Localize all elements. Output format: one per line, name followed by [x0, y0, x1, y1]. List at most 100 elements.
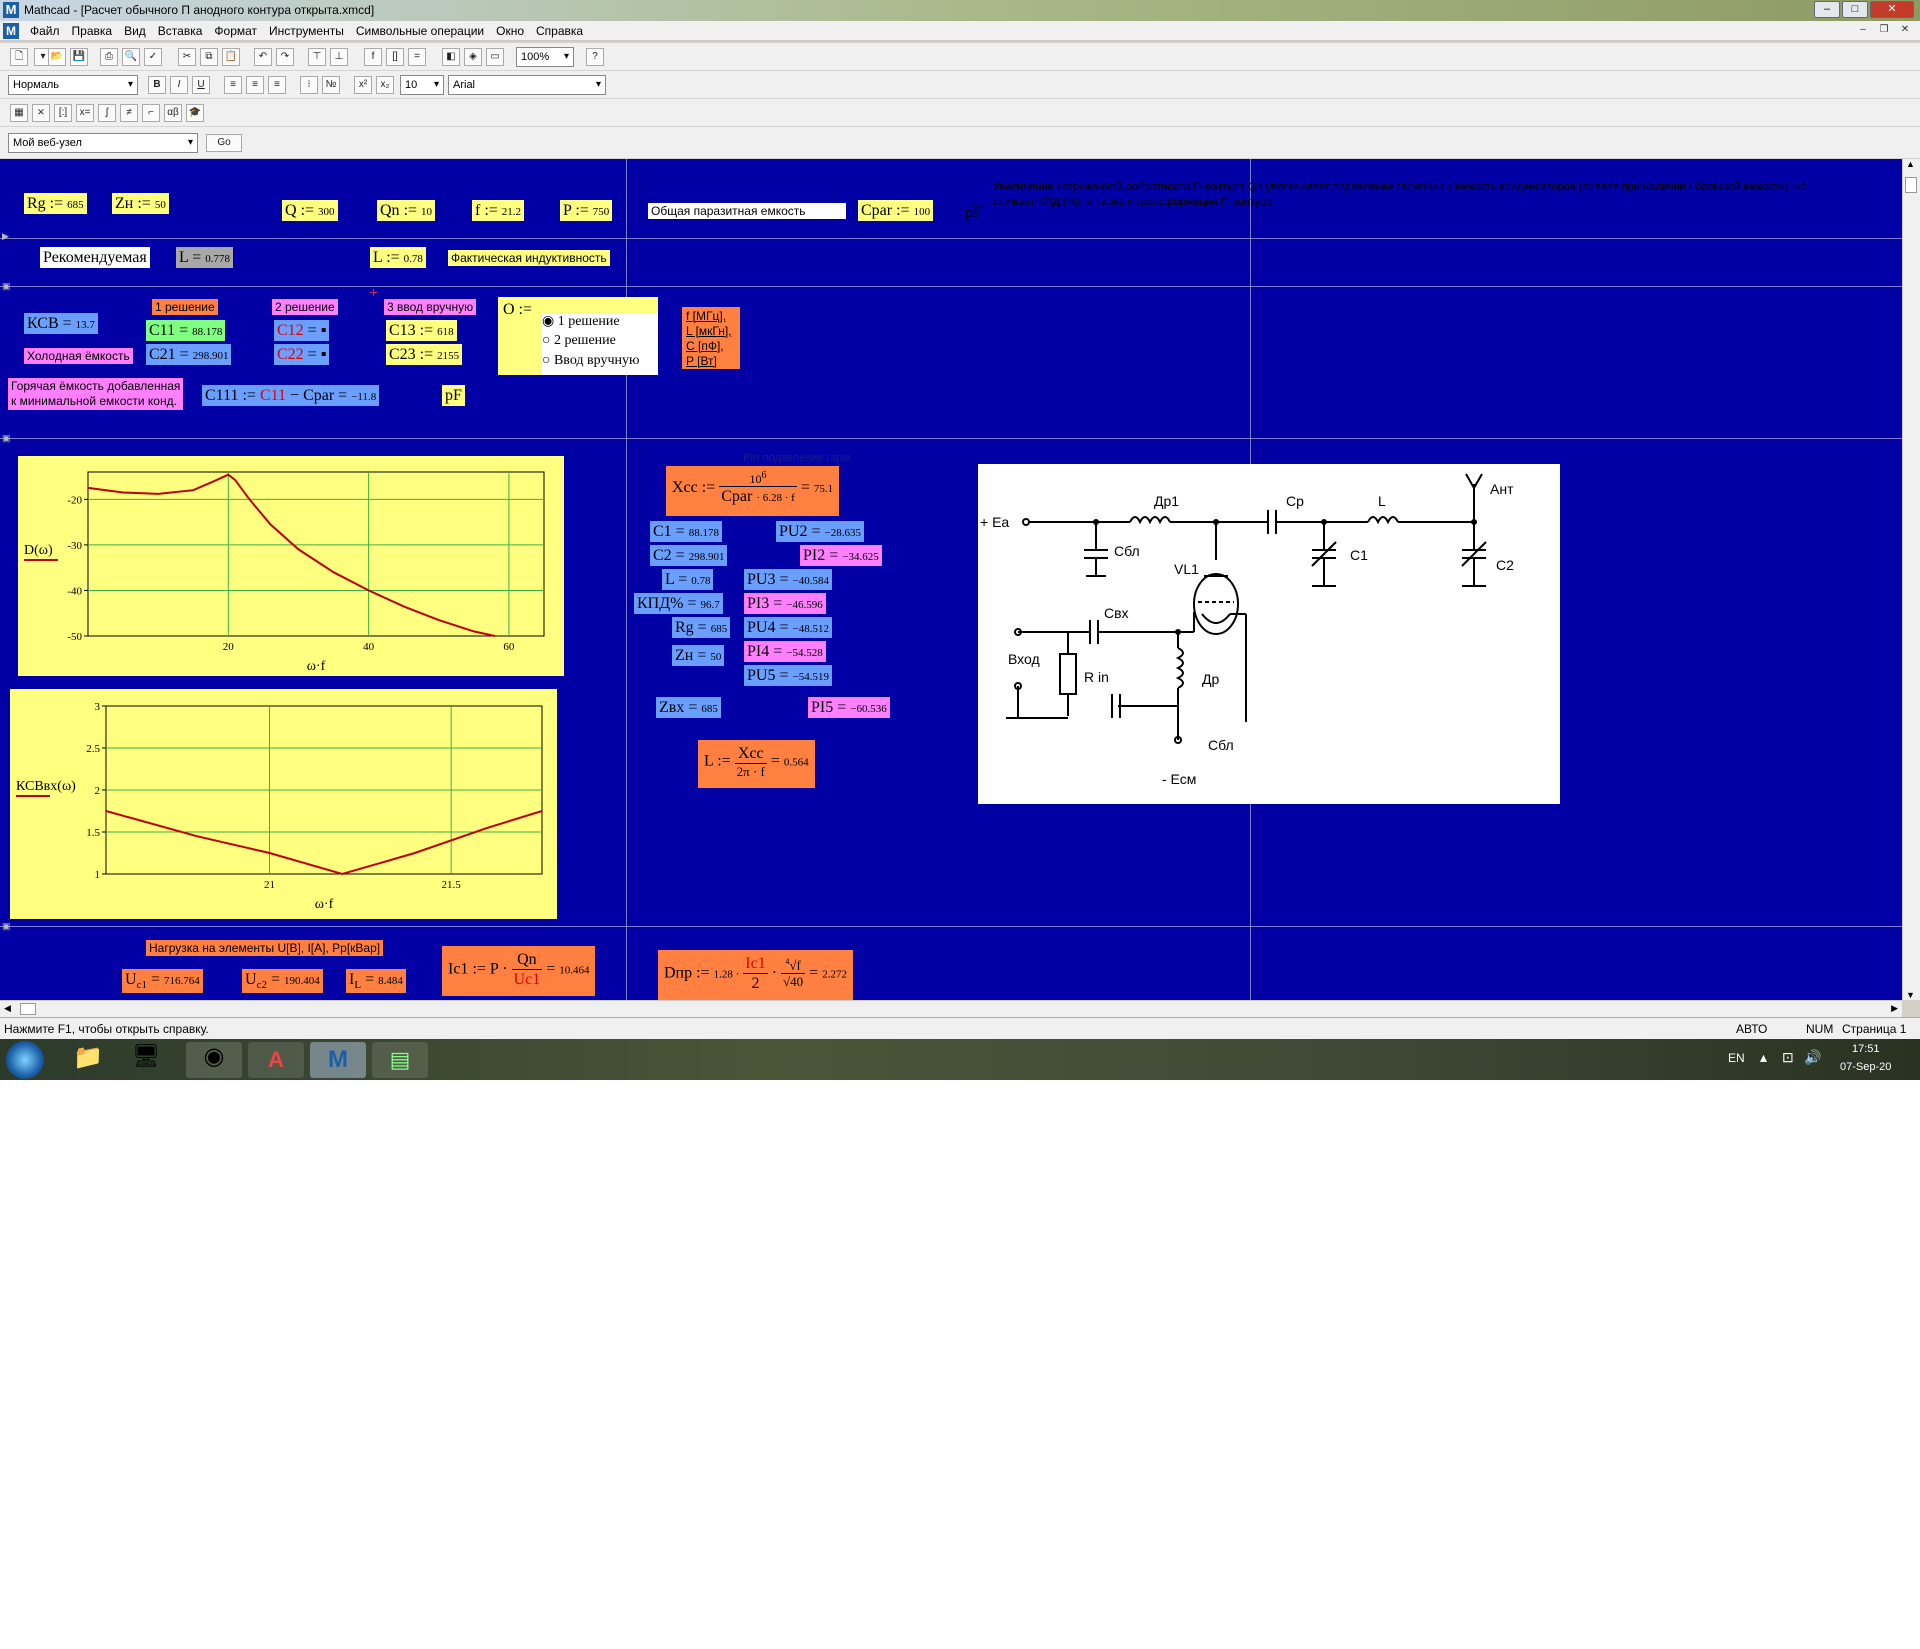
scroll-down-icon[interactable]: ▼ [1906, 990, 1915, 1000]
go-button[interactable]: Go [206, 134, 242, 152]
menu-edit[interactable]: Правка [72, 24, 113, 38]
worksheet[interactable]: ▶ ▣ ▣ ▣ Rg := 685 Zн := 50 Q := 300 Qn :… [0, 159, 1902, 1000]
font-size-select[interactable]: 10 [400, 75, 444, 95]
spellcheck-icon[interactable]: ✓ [144, 48, 162, 66]
radio-solution2[interactable]: ○ 2 решение [542, 333, 658, 353]
document-icon[interactable]: M [3, 23, 19, 39]
menu-symbolics[interactable]: Символьные операции [356, 24, 484, 38]
graph-icon[interactable]: ⨯ [32, 104, 50, 122]
menu-help[interactable]: Справка [536, 24, 583, 38]
c23-definition[interactable]: C23 := 2155 [386, 344, 463, 366]
font-select[interactable]: Arial [448, 75, 606, 95]
network-icon[interactable]: ⊡ [1782, 1049, 1794, 1066]
numbering-icon[interactable]: № [322, 76, 340, 94]
area-marker-icon[interactable]: ▣ [2, 433, 11, 444]
clock-date[interactable]: 07-Sep-20 [1840, 1061, 1891, 1073]
volume-icon[interactable]: 🔊 [1804, 1049, 1821, 1066]
clock-time[interactable]: 17:51 [1852, 1043, 1880, 1055]
pdf-reader-icon[interactable]: A [248, 1042, 304, 1078]
calculator-icon[interactable]: ▦ [10, 104, 28, 122]
menu-file[interactable]: Файл [30, 24, 60, 38]
underline-icon[interactable]: U [192, 76, 210, 94]
new-icon[interactable]: 🗋 [10, 48, 28, 66]
align-top-icon[interactable]: ⊤ [308, 48, 326, 66]
print-preview-icon[interactable]: 🔍 [122, 48, 140, 66]
evaluation-icon[interactable]: x= [76, 104, 94, 122]
bullets-icon[interactable]: ⁝ [300, 76, 318, 94]
scroll-right-icon[interactable]: ▶ [1891, 1003, 1898, 1014]
collapse-arrow-icon[interactable]: ▶ [2, 231, 9, 242]
f-definition[interactable]: f := 21.2 [472, 200, 525, 222]
scroll-thumb[interactable] [1905, 177, 1917, 193]
menu-format[interactable]: Формат [214, 24, 257, 38]
menu-insert[interactable]: Вставка [158, 24, 203, 38]
italic-icon[interactable]: I [170, 76, 188, 94]
explorer-icon[interactable]: 📁 [66, 1043, 110, 1077]
superscript-icon[interactable]: x² [354, 76, 372, 94]
web-node-select[interactable]: Мой веб-узел [8, 133, 198, 153]
print-icon[interactable]: ⎙ [100, 48, 118, 66]
subscript-icon[interactable]: x₂ [376, 76, 394, 94]
close-button[interactable]: ✕ [1870, 1, 1914, 18]
calculate-icon[interactable]: = [408, 48, 426, 66]
component-icon[interactable]: ◧ [442, 48, 460, 66]
help-icon[interactable]: ? [586, 48, 604, 66]
style-select[interactable]: Нормаль [8, 75, 138, 95]
minimize-button[interactable]: – [1814, 1, 1840, 18]
doc-minimize-button[interactable]: – [1854, 23, 1872, 37]
copy-icon[interactable]: ⧉ [200, 48, 218, 66]
vertical-scrollbar[interactable]: ▲ ▼ [1902, 159, 1920, 1000]
l-definition[interactable]: L := 0.78 [370, 247, 426, 269]
window-icon[interactable]: ▭ [486, 48, 504, 66]
undo-icon[interactable]: ↶ [254, 48, 272, 66]
tray-arrow-icon[interactable]: ▴ [1760, 1049, 1767, 1066]
hscroll-thumb[interactable] [20, 1003, 36, 1015]
notes-app-icon[interactable]: ▤ [372, 1042, 428, 1078]
app-shortcut-icon[interactable]: 🖥 [124, 1043, 168, 1077]
doc-restore-button[interactable]: ❐ [1875, 23, 1893, 37]
symbolic-icon[interactable]: 🎓 [186, 104, 204, 122]
radio-solution1[interactable]: ◉ 1 решение [542, 313, 658, 333]
zn-definition[interactable]: Zн := 50 [112, 193, 169, 215]
align-left-icon[interactable]: ≡ [224, 76, 242, 94]
redo-icon[interactable]: ↷ [276, 48, 294, 66]
doc-close-button[interactable]: ✕ [1896, 23, 1914, 37]
c13-definition[interactable]: C13 := 618 [386, 320, 457, 342]
align-down-icon[interactable]: ⊥ [330, 48, 348, 66]
c111-definition[interactable]: C111 := C11 − Cpar = −11.8 [202, 385, 380, 407]
insert-unit-icon[interactable]: [] [386, 48, 404, 66]
boolean-icon[interactable]: ≠ [120, 104, 138, 122]
q-definition[interactable]: Q := 300 [282, 200, 338, 222]
chart-ksv-omega[interactable]: 21 21.5 1 1.5 2 2.5 3 ω·f КСВвх(ω) [10, 689, 557, 919]
save-icon[interactable]: 💾 [70, 48, 88, 66]
align-right-icon[interactable]: ≡ [268, 76, 286, 94]
programming-icon[interactable]: ⌐ [142, 104, 160, 122]
qn-definition[interactable]: Qn := 10 [377, 200, 436, 222]
menu-window[interactable]: Окно [496, 24, 524, 38]
chrome-icon[interactable]: ◉ [186, 1042, 242, 1078]
area-marker-icon[interactable]: ▣ [2, 921, 11, 932]
matrix-icon[interactable]: [:] [54, 104, 72, 122]
cpar-definition[interactable]: Cpar := 100 [858, 200, 934, 222]
insert-function-icon[interactable]: f [364, 48, 382, 66]
menu-view[interactable]: Вид [124, 24, 146, 38]
bold-icon[interactable]: B [148, 76, 166, 94]
paste-icon[interactable]: 📋 [222, 48, 240, 66]
p-definition[interactable]: P := 750 [560, 200, 613, 222]
mathcad-taskbar-icon[interactable]: M [310, 1042, 366, 1078]
area-marker-icon[interactable]: ▣ [2, 281, 11, 292]
scroll-up-icon[interactable]: ▲ [1906, 159, 1915, 169]
rg-definition[interactable]: Rg := 685 [24, 193, 87, 215]
align-center-icon[interactable]: ≡ [246, 76, 264, 94]
scroll-left-icon[interactable]: ◀ [4, 1003, 11, 1014]
calculus-icon[interactable]: ∫ [98, 104, 116, 122]
chart-d-omega[interactable]: 20 40 60 -20 -30 -40 -50 ω·f D(ω) [18, 456, 564, 676]
maximize-button[interactable]: □ [1842, 1, 1868, 18]
language-indicator[interactable]: EN [1728, 1051, 1745, 1065]
start-button-icon[interactable] [6, 1041, 44, 1079]
open-icon[interactable]: 📂 [48, 48, 66, 66]
radio-manual[interactable]: ○ Ввод вручную [542, 353, 658, 373]
resource-icon[interactable]: ◈ [464, 48, 482, 66]
menu-tools[interactable]: Инструменты [269, 24, 344, 38]
greek-icon[interactable]: αβ [164, 104, 182, 122]
